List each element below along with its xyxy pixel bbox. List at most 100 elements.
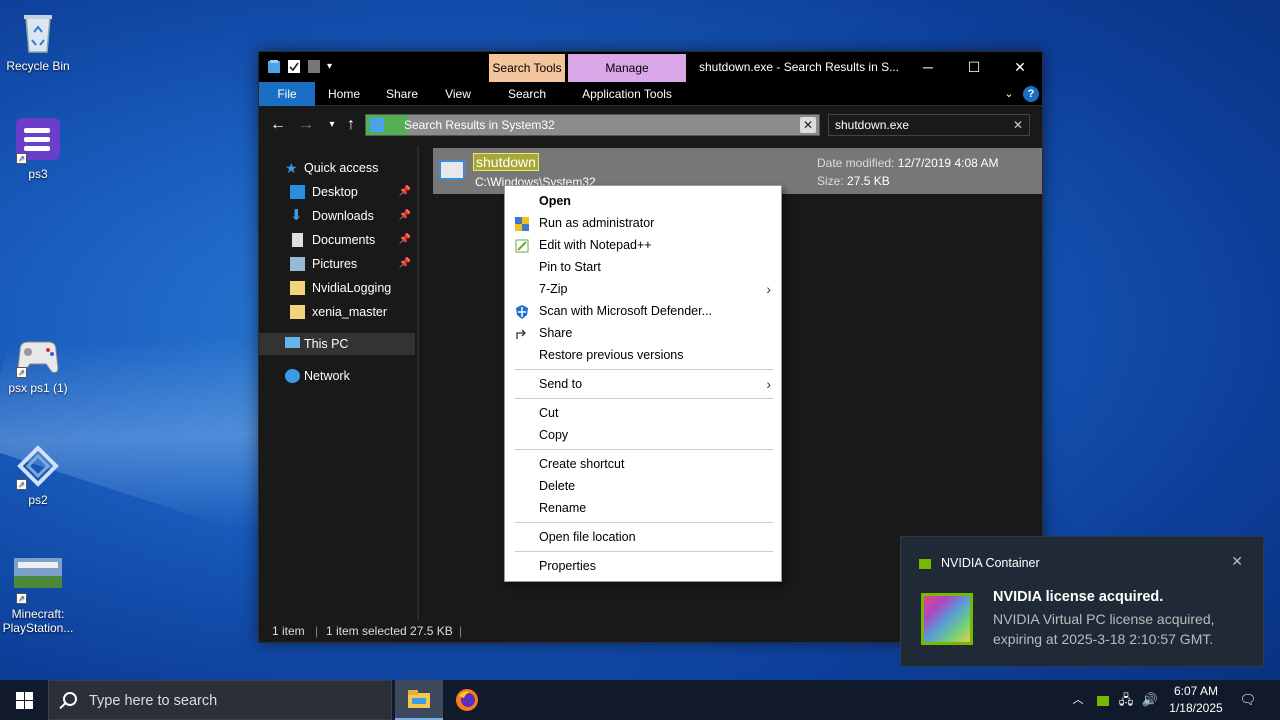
maximize-button[interactable]: ☐	[951, 52, 997, 82]
nav-nvidialogging[interactable]: NvidiaLogging	[259, 277, 415, 299]
share-icon	[515, 326, 529, 340]
address-bar[interactable]: Search Results in System32 ✕	[365, 114, 820, 136]
desktop-icon-ps2[interactable]: ↗ ps2	[0, 442, 76, 507]
menu-item-create-shortcut[interactable]: Create shortcut	[505, 453, 781, 475]
nav-xenia-master[interactable]: xenia_master	[259, 301, 415, 323]
menu-item-edit-with-notepad[interactable]: Edit with Notepad++	[505, 234, 781, 256]
help-icon[interactable]: ?	[1023, 86, 1039, 102]
status-divider: |	[315, 624, 319, 638]
nav-this-pc[interactable]: This PC	[259, 333, 415, 355]
desktop-icon-minecraft[interactable]: ↗ Minecraft: PlayStation...	[0, 556, 76, 635]
nav-network[interactable]: Network	[259, 365, 415, 387]
tab-search[interactable]: Search	[489, 82, 565, 106]
forward-arrow-icon[interactable]: →	[295, 114, 317, 136]
ps2-icon: ↗	[14, 442, 62, 490]
tab-share[interactable]: Share	[379, 82, 425, 106]
pin-icon: 📌	[398, 258, 411, 269]
desktop-icon-psx[interactable]: ↗ psx ps1 (1)	[0, 330, 76, 395]
shortcut-arrow-icon: ↗	[16, 479, 27, 490]
chevron-down-icon[interactable]: ▾	[327, 59, 341, 74]
menu-item-pin-to-start[interactable]: Pin to Start	[505, 256, 781, 278]
menu-item-rename[interactable]: Rename	[505, 497, 781, 519]
nvidia-chip-icon	[921, 593, 973, 645]
menu-item-restore-previous-versions[interactable]: Restore previous versions	[505, 344, 781, 366]
menu-item-open-file-location[interactable]: Open file location	[505, 526, 781, 548]
pictures-icon	[290, 257, 305, 271]
navigation-pane-divider[interactable]	[417, 146, 419, 620]
nav-desktop[interactable]: Desktop 📌	[259, 181, 415, 203]
tab-view[interactable]: View	[435, 82, 481, 106]
nvidia-logo-icon	[919, 559, 931, 569]
file-size: Size: 27.5 KB	[817, 174, 890, 188]
search-placeholder: Type here to search	[89, 693, 218, 709]
properties-icon[interactable]	[287, 59, 301, 74]
menu-item-delete[interactable]: Delete	[505, 475, 781, 497]
stop-search-icon[interactable]: ✕	[800, 117, 816, 133]
clock-date: 1/18/2025	[1169, 701, 1223, 715]
nav-pictures[interactable]: Pictures 📌	[259, 253, 415, 275]
taskbar-search-box[interactable]: Type here to search	[48, 680, 392, 720]
clear-search-icon[interactable]: ✕	[1013, 115, 1023, 135]
nav-downloads[interactable]: ⬇ Downloads 📌	[259, 205, 415, 227]
minimize-button[interactable]: ─	[905, 52, 951, 82]
menu-item-cut[interactable]: Cut	[505, 402, 781, 424]
download-arrow-icon: ⬇	[290, 207, 303, 224]
folder-icon[interactable]	[267, 59, 281, 74]
menu-separator	[515, 551, 773, 552]
close-icon[interactable]: ✕	[1231, 553, 1243, 570]
menu-item-share[interactable]: Share	[505, 322, 781, 344]
network-tray-icon[interactable]: 🖧	[1116, 680, 1136, 720]
tab-search-tools[interactable]: Search Tools	[489, 54, 565, 82]
nav-quick-access[interactable]: ★ Quick access	[259, 157, 415, 179]
desktop-icon-recycle-bin[interactable]: Recycle Bin	[0, 8, 76, 73]
search-box[interactable]: ✕	[828, 114, 1030, 136]
search-folder-icon	[370, 118, 384, 132]
context-menu: Open Run as administrator Edit with Note…	[504, 185, 782, 582]
recycle-bin-icon	[14, 8, 62, 56]
action-center-icon[interactable]: 🗨	[1236, 680, 1260, 720]
tab-file[interactable]: File	[259, 82, 315, 106]
defender-shield-icon	[515, 304, 529, 319]
computer-icon	[285, 337, 300, 348]
uac-shield-icon	[515, 216, 529, 231]
show-hidden-icons-chevron-icon[interactable]: ︿	[1068, 680, 1088, 720]
search-input[interactable]	[829, 115, 999, 135]
menu-separator	[515, 398, 773, 399]
chevron-down-icon[interactable]: ⌄	[999, 82, 1019, 106]
tab-manage[interactable]: Manage	[568, 54, 686, 82]
nvidia-tray-icon[interactable]	[1093, 680, 1113, 720]
address-text: Search Results in System32	[404, 118, 555, 132]
menu-item-properties[interactable]: Properties	[505, 555, 781, 577]
pin-icon: 📌	[398, 210, 411, 221]
menu-item-copy[interactable]: Copy	[505, 424, 781, 446]
new-folder-icon[interactable]	[307, 59, 321, 74]
application-icon	[439, 160, 465, 180]
gamepad-icon: ↗	[14, 330, 62, 378]
desktop-folder-icon	[290, 185, 305, 199]
volume-icon[interactable]: 🔊	[1140, 680, 1160, 720]
menu-item-run-as-administrator[interactable]: Run as administrator	[505, 212, 781, 234]
taskbar-firefox[interactable]	[443, 680, 491, 720]
menu-item-7zip[interactable]: 7-Zip ›	[505, 278, 781, 300]
taskbar-file-explorer[interactable]	[395, 680, 443, 720]
menu-item-open[interactable]: Open	[505, 190, 781, 212]
nav-documents[interactable]: Documents 📌	[259, 229, 415, 251]
file-date-modified: Date modified: 12/7/2019 4:08 AM	[817, 156, 999, 170]
system-clock[interactable]: 6:07 AM 1/18/2025	[1160, 683, 1232, 717]
desktop-icon-label: psx ps1 (1)	[8, 381, 68, 395]
status-item-count: 1 item	[272, 624, 305, 638]
up-arrow-icon[interactable]: ↑	[340, 114, 362, 136]
folder-icon	[290, 305, 305, 319]
tab-application-tools[interactable]: Application Tools	[568, 82, 686, 106]
menu-item-scan-defender[interactable]: Scan with Microsoft Defender...	[505, 300, 781, 322]
start-button[interactable]	[0, 680, 48, 720]
toast-body: NVIDIA Virtual PC license acquired, expi…	[993, 611, 1215, 647]
close-button[interactable]: ✕	[997, 52, 1043, 82]
document-icon	[292, 233, 303, 247]
desktop-icon-ps3[interactable]: ↗ ps3	[0, 116, 76, 181]
tab-home[interactable]: Home	[321, 82, 367, 106]
notification-toast[interactable]: NVIDIA Container ✕ NVIDIA license acquir…	[900, 536, 1264, 667]
desktop-icon-label: ps2	[28, 493, 48, 507]
back-arrow-icon[interactable]: ←	[267, 114, 289, 136]
menu-item-send-to[interactable]: Send to ›	[505, 373, 781, 395]
